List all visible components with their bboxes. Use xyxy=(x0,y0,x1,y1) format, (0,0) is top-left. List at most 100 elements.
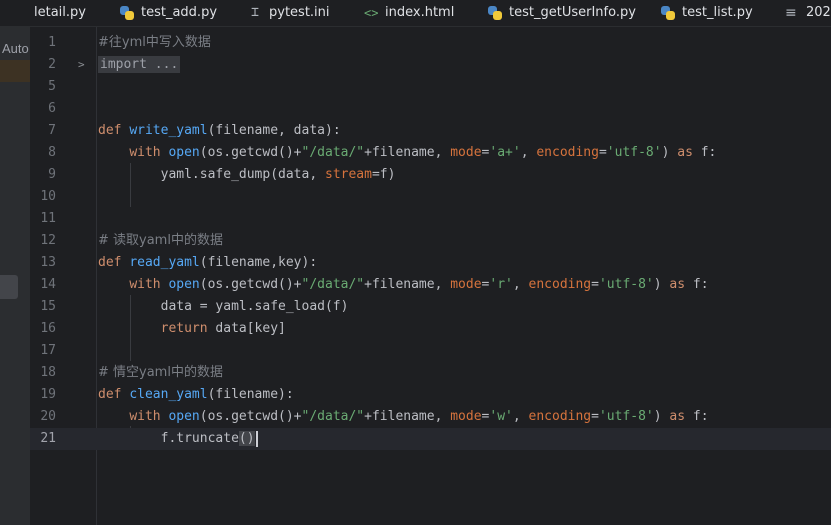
code-text: ) xyxy=(661,145,678,160)
params: (filename, data): xyxy=(207,123,341,138)
function-name: read_yaml xyxy=(129,255,200,270)
line-number: 6 xyxy=(48,101,56,116)
code-line: 6 xyxy=(30,98,831,120)
line-number: 1 xyxy=(48,35,56,50)
code-line: 18 # 情空yaml中的数据 xyxy=(30,362,831,384)
kwarg: mode xyxy=(450,145,482,160)
function-name: write_yaml xyxy=(129,123,208,138)
builtin-open: open xyxy=(168,277,200,292)
string: 'w' xyxy=(489,409,513,424)
code-text: = xyxy=(591,277,599,292)
side-panel-handle[interactable] xyxy=(0,275,18,299)
code-line: 20 with open(os.getcwd()+"/data/"+filena… xyxy=(30,406,831,428)
string: "/data/" xyxy=(301,277,365,292)
tab-label: test_getUserInfo.py xyxy=(509,5,636,20)
line-number: 21 xyxy=(40,431,56,446)
code-text: f.truncate xyxy=(160,431,239,446)
code-line: 7 def write_yaml(filename, data): xyxy=(30,120,831,142)
code-line-current: 21 f.truncate() xyxy=(30,428,831,450)
tab-label: pytest.ini xyxy=(269,5,330,20)
line-number: 8 xyxy=(48,145,56,160)
keyword: return xyxy=(160,321,208,336)
keyword: as xyxy=(669,409,686,424)
keyword: def xyxy=(98,123,122,138)
html-file-icon: <> xyxy=(364,6,379,20)
code-line: 17 xyxy=(30,340,831,362)
editor-tab-bar: letail.py test_add.py ⌶ pytest.ini <> in… xyxy=(0,0,831,27)
code-text: +filename, xyxy=(364,277,451,292)
code-text: =f) xyxy=(371,167,396,182)
comment: #往yml中写入数据 xyxy=(98,35,211,50)
builtin-open: open xyxy=(168,145,200,160)
code-text: , xyxy=(512,277,529,292)
code-text: (os.getcwd()+ xyxy=(199,409,302,424)
code-line: 16 return data[key] xyxy=(30,318,831,340)
line-number: 10 xyxy=(40,189,56,204)
code-text: (os.getcwd()+ xyxy=(199,145,302,160)
tab-detail-py[interactable]: letail.py xyxy=(34,0,86,26)
code-text: +filename, xyxy=(364,145,451,160)
folded-imports[interactable]: import ... xyxy=(98,56,181,73)
kwarg: mode xyxy=(450,277,482,292)
text-file-icon: ≡ xyxy=(785,5,797,21)
tab-2026[interactable]: ≡ 2026 xyxy=(785,0,831,26)
kwarg: encoding xyxy=(536,145,599,160)
string: "/data/" xyxy=(301,409,365,424)
code-text: ) xyxy=(653,277,670,292)
code-line: 1 #往yml中写入数据 xyxy=(30,32,831,54)
kwarg: encoding xyxy=(528,409,592,424)
string: 'r' xyxy=(489,277,513,292)
python-file-icon xyxy=(120,6,134,20)
kwarg: mode xyxy=(450,409,482,424)
code-line: 5 xyxy=(30,76,831,98)
code-line: 15 data = yaml.safe_load(f) xyxy=(30,296,831,318)
code-line: 11 xyxy=(30,208,831,230)
tab-test-add-py[interactable]: test_add.py xyxy=(120,0,217,26)
builtin-open: open xyxy=(168,409,200,424)
code-editor[interactable]: 1 #往yml中写入数据 2 > import ... 5 6 7 def wr… xyxy=(30,27,831,525)
python-file-icon xyxy=(661,6,675,20)
kwarg: encoding xyxy=(528,277,592,292)
keyword: as xyxy=(677,145,693,160)
line-number: 9 xyxy=(48,167,56,182)
code-text: , xyxy=(520,145,537,160)
string: 'utf-8' xyxy=(598,409,654,424)
keyword: def xyxy=(98,387,122,402)
tab-test-list-py[interactable]: test_list.py xyxy=(661,0,753,26)
tab-label: index.html xyxy=(385,5,455,20)
tab-pytest-ini[interactable]: ⌶ pytest.ini xyxy=(248,0,330,26)
side-panel-selected-item[interactable] xyxy=(0,60,30,82)
string: "/data/" xyxy=(301,145,365,160)
code-line: 12 # 读取yaml中的数据 xyxy=(30,230,831,252)
tab-label: test_add.py xyxy=(141,5,218,20)
keyword: with xyxy=(129,277,161,292)
line-number: 5 xyxy=(48,79,56,94)
code-text: data = yaml.safe_load(f) xyxy=(160,299,349,314)
tab-test-getuserinfo-py[interactable]: test_getUserInfo.py xyxy=(488,0,636,26)
keyword: def xyxy=(98,255,122,270)
code-line: 19 def clean_yaml(filename): xyxy=(30,384,831,406)
line-number: 20 xyxy=(40,409,56,424)
kwarg: stream xyxy=(325,167,372,182)
string: 'utf-8' xyxy=(598,277,654,292)
line-number: 14 xyxy=(40,277,56,292)
code-text: = xyxy=(598,145,607,160)
line-number: 17 xyxy=(40,343,56,358)
chevron-right-icon[interactable]: > xyxy=(78,54,85,76)
code-line: 2 > import ... xyxy=(30,54,831,76)
comment: # 情空yaml中的数据 xyxy=(98,365,223,380)
code-text: ) xyxy=(653,409,670,424)
string: 'utf-8' xyxy=(606,145,662,160)
code-line: 14 with open(os.getcwd()+"/data/"+filena… xyxy=(30,274,831,296)
code-line: 8 with open(os.getcwd()+"/data/"+filenam… xyxy=(30,142,831,164)
tab-label: letail.py xyxy=(34,5,86,20)
tab-index-html[interactable]: <> index.html xyxy=(364,0,454,26)
line-number: 13 xyxy=(40,255,56,270)
line-number: 15 xyxy=(40,299,56,314)
params: (filename,key): xyxy=(199,255,318,270)
code-text: f: xyxy=(685,277,709,292)
code-text: , xyxy=(512,409,529,424)
text-caret xyxy=(255,430,258,447)
string: 'a+' xyxy=(489,145,521,160)
line-number: 19 xyxy=(40,387,56,402)
